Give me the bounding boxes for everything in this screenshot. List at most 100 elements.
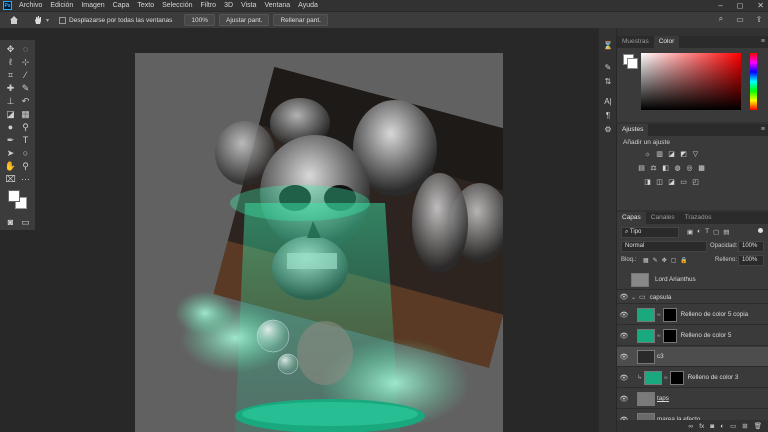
- menu-texto[interactable]: Texto: [133, 0, 158, 11]
- type-tool-icon[interactable]: T: [19, 134, 32, 146]
- eye-icon[interactable]: 👁: [617, 311, 631, 319]
- threshold-icon[interactable]: ◪: [667, 178, 676, 187]
- vibrance-icon[interactable]: ▽: [691, 150, 700, 159]
- link-layers-icon[interactable]: ∞: [689, 423, 694, 430]
- menu-seleccion[interactable]: Selección: [158, 0, 196, 11]
- share-icon[interactable]: ⇪: [754, 14, 764, 24]
- hand-icon[interactable]: ✋: [4, 160, 17, 172]
- color-panel-menu-icon[interactable]: ≡: [761, 36, 765, 48]
- tab-swatches[interactable]: Muestras: [617, 36, 654, 48]
- gradient-tool-icon[interactable]: ▦: [19, 108, 32, 120]
- more-tools-icon[interactable]: ⋯: [19, 173, 32, 185]
- chevron-down-icon[interactable]: ⌄: [631, 294, 636, 301]
- eye-icon[interactable]: 👁: [617, 332, 631, 340]
- eye-icon[interactable]: 👁: [617, 374, 631, 382]
- zoom-tool-icon[interactable]: ⚲: [19, 160, 32, 172]
- eye-icon[interactable]: 👁: [617, 353, 631, 361]
- lock-all-icon[interactable]: 🔒: [680, 257, 687, 264]
- minimize-icon[interactable]: –: [718, 0, 722, 11]
- menu-3d[interactable]: 3D: [220, 0, 237, 11]
- hand-tool-icon[interactable]: [32, 14, 44, 26]
- filter-pixel-icon[interactable]: ▣: [687, 228, 693, 236]
- hue-sat-icon[interactable]: ▤: [637, 164, 646, 173]
- tab-layers[interactable]: Capas: [617, 212, 646, 224]
- layer-name[interactable]: Relleno de color 5 copia: [681, 311, 749, 318]
- menu-filtro[interactable]: Filtro: [197, 0, 221, 11]
- crop-tool-icon[interactable]: ⌗: [4, 69, 17, 81]
- link-icon[interactable]: ∞: [657, 333, 661, 339]
- tab-color[interactable]: Color: [653, 36, 680, 48]
- link-icon[interactable]: ∞: [664, 375, 668, 381]
- quick-select-tool-icon[interactable]: ⊹: [19, 56, 32, 68]
- lock-paint-icon[interactable]: ✎: [653, 257, 658, 264]
- properties-panel-icon[interactable]: ⚙: [602, 124, 614, 136]
- canvas-area[interactable]: [37, 28, 598, 432]
- layer-row[interactable]: 👁 taps: [617, 389, 768, 409]
- menu-ventana[interactable]: Ventana: [260, 0, 294, 11]
- close-icon[interactable]: ✕: [757, 0, 764, 11]
- tab-paths[interactable]: Trazados: [680, 212, 717, 224]
- eye-icon[interactable]: 👁: [617, 293, 631, 301]
- menu-edicion[interactable]: Edición: [46, 0, 77, 11]
- menu-capa[interactable]: Capa: [109, 0, 134, 11]
- channel-mixer-icon[interactable]: ◎: [685, 164, 694, 173]
- dodge-tool-icon[interactable]: ⚲: [19, 121, 32, 133]
- delete-layer-icon[interactable]: 🗑: [754, 422, 762, 430]
- layer-row[interactable]: 👁 ↳ ∞ Relleno de color 3: [617, 368, 768, 388]
- tab-channels[interactable]: Canales: [646, 212, 680, 224]
- scroll-all-checkbox[interactable]: [59, 16, 67, 24]
- search-icon[interactable]: ⌕: [716, 14, 726, 24]
- stamp-tool-icon[interactable]: ⊥: [4, 95, 17, 107]
- menu-archivo[interactable]: Archivo: [15, 0, 46, 11]
- lasso-tool-icon[interactable]: ℓ: [4, 56, 17, 68]
- eraser-tool-icon[interactable]: ◪: [4, 108, 17, 120]
- move-tool-icon[interactable]: ✥: [4, 43, 17, 55]
- bw-icon[interactable]: ◧: [661, 164, 670, 173]
- filter-adjust-icon[interactable]: ◐: [697, 228, 701, 236]
- new-adjustment-icon[interactable]: ◐: [720, 423, 724, 430]
- menu-vista[interactable]: Vista: [237, 0, 260, 11]
- marquee-tool-icon[interactable]: ◌: [19, 43, 32, 55]
- layer-name[interactable]: taps: [657, 395, 669, 402]
- restore-icon[interactable]: ◻: [737, 0, 744, 11]
- opacity-input[interactable]: 100%: [738, 241, 764, 252]
- zoom-100-button[interactable]: 100%: [184, 14, 215, 26]
- color-balance-icon[interactable]: ⚖: [649, 164, 658, 173]
- levels-icon[interactable]: ▥: [655, 150, 664, 159]
- layer-name[interactable]: Relleno de color 3: [688, 374, 739, 381]
- layer-row[interactable]: 👁 ∞ Relleno de color 5: [617, 326, 768, 346]
- menu-imagen[interactable]: Imagen: [77, 0, 108, 11]
- layer-name[interactable]: capsula: [650, 294, 672, 301]
- bg-color-chip[interactable]: [627, 58, 638, 69]
- fit-screen-button[interactable]: Ajustar pant.: [218, 14, 270, 26]
- new-group-icon[interactable]: ▭: [730, 422, 736, 430]
- layer-name[interactable]: c3: [657, 353, 664, 360]
- blur-tool-icon[interactable]: ●: [4, 121, 17, 133]
- layer-name[interactable]: Lord Arianthus: [655, 276, 696, 283]
- fill-screen-button[interactable]: Rellenar pant.: [273, 14, 328, 26]
- photo-filter-icon[interactable]: ◍: [673, 164, 682, 173]
- workspace-icon[interactable]: ▭: [735, 14, 745, 24]
- posterize-icon[interactable]: ◫: [655, 178, 664, 187]
- history-panel-icon[interactable]: ⌛: [602, 40, 614, 52]
- lock-position-icon[interactable]: ✥: [662, 257, 667, 264]
- filter-toggle[interactable]: [758, 228, 763, 233]
- add-mask-icon[interactable]: ◙: [710, 423, 714, 430]
- pen-tool-icon[interactable]: ✒: [4, 134, 17, 146]
- filter-type-icon[interactable]: T: [705, 228, 709, 236]
- filter-shape-icon[interactable]: ▢: [713, 228, 719, 236]
- home-icon[interactable]: [8, 14, 20, 26]
- brightness-icon[interactable]: ☼: [643, 150, 652, 159]
- screen-mode-icon[interactable]: ▭: [19, 216, 32, 228]
- quick-mask-icon[interactable]: ◙: [4, 216, 17, 228]
- eyedropper-tool-icon[interactable]: ⁄: [19, 69, 32, 81]
- invert-icon[interactable]: ◨: [643, 178, 652, 187]
- brush-panel-icon[interactable]: ✎: [602, 62, 614, 74]
- menu-ayuda[interactable]: Ayuda: [294, 0, 322, 11]
- fx-icon[interactable]: fx: [699, 423, 704, 430]
- new-layer-icon[interactable]: ⊞: [742, 422, 747, 430]
- document-artboard[interactable]: [135, 53, 503, 432]
- history-brush-icon[interactable]: ↶: [19, 95, 32, 107]
- photoshop-logo[interactable]: Ps: [3, 1, 12, 10]
- layer-row-selected[interactable]: 👁 c3: [617, 347, 768, 367]
